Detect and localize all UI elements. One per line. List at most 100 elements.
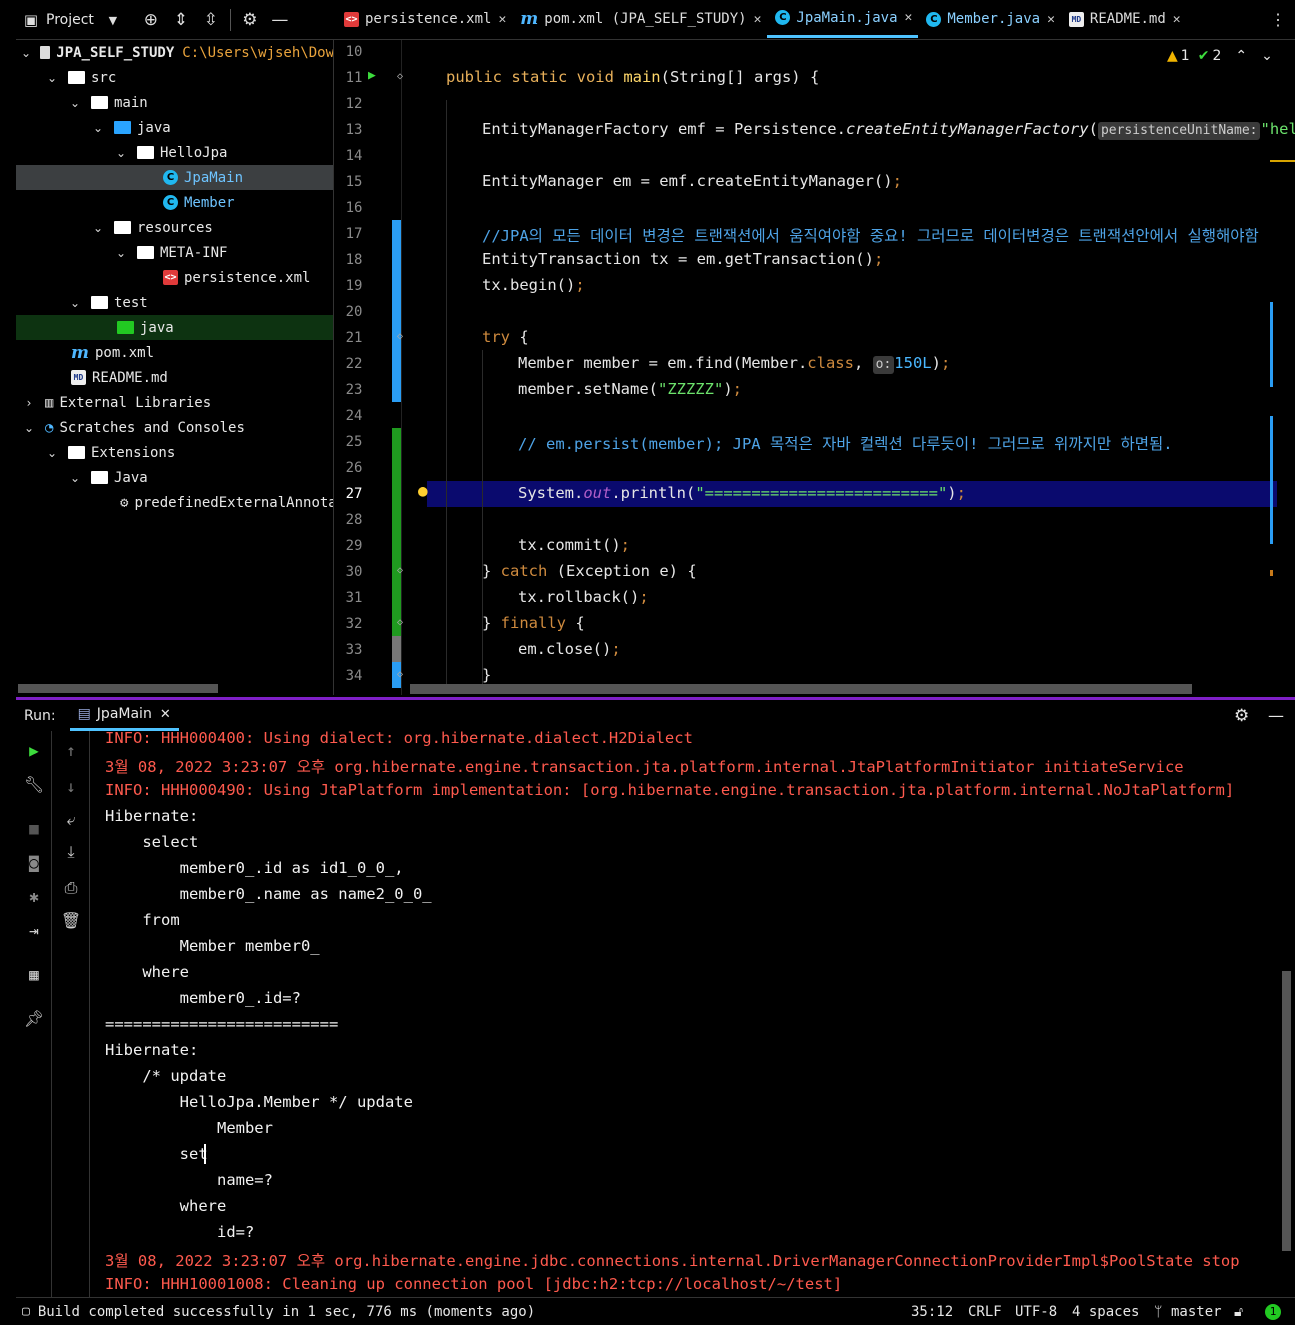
chevron-down-icon[interactable]: ⌄ [90, 221, 106, 235]
line-separator[interactable]: CRLF [968, 1304, 1002, 1320]
camera-icon[interactable]: ◙ [23, 851, 45, 873]
console-line: /* update [105, 1067, 227, 1085]
gear-icon[interactable]: ⚙ [1234, 706, 1249, 726]
tab-label: persistence.xml [365, 11, 492, 27]
tree-item-persistence-xml[interactable]: <> persistence.xml [16, 265, 333, 290]
tree-item-test[interactable]: ⌄ test [16, 290, 333, 315]
tab-readme-md[interactable]: MD README.md ✕ [1061, 0, 1187, 38]
chevron-down-icon[interactable]: ⌄ [44, 446, 60, 460]
chevron-right-icon[interactable]: › [21, 396, 37, 410]
tab-member-java[interactable]: C Member.java ✕ [918, 0, 1061, 38]
tree-item-hellojpa[interactable]: ⌄ HelloJpa [16, 140, 333, 165]
horizontal-scrollbar[interactable] [18, 684, 218, 693]
tree-item-main[interactable]: ⌄ main [16, 90, 333, 115]
close-icon[interactable]: ✕ [498, 12, 506, 27]
parameter-hint: persistenceUnitName: [1097, 122, 1261, 140]
trash-icon[interactable]: 🗑︎ [60, 909, 82, 931]
arrow-down-icon[interactable]: ↓ [60, 775, 82, 797]
minimize-icon[interactable]: — [265, 5, 295, 35]
inspection-widget[interactable]: ▲ 1 ✔ 2 ⌃ ⌄ [1167, 48, 1273, 64]
console-line: 3월 08, 2022 3:23:07 오후 org.hibernate.eng… [105, 758, 1184, 776]
minimize-icon[interactable]: — [1268, 706, 1284, 725]
run-gutter-icon[interactable]: ▶ [368, 68, 376, 83]
rerun-icon[interactable]: ▶ [23, 739, 45, 761]
tab-label: Member.java [947, 11, 1041, 27]
fold-icon[interactable]: ◇ [397, 331, 403, 342]
chevron-down-icon[interactable]: ⌄ [113, 146, 129, 160]
pin-icon[interactable]: 📌︎ [23, 1007, 45, 1029]
console-icon: ▤ [77, 706, 91, 722]
tree-label: Member [184, 194, 235, 211]
tree-item-ext-java[interactable]: ⌄ Java [16, 465, 333, 490]
console-output[interactable]: ▶ 🔧︎ ■ ◙ ✱ ⇥ ▦ 📌︎ ↑ ↓ ⤶ ⤓ ⎙ 🗑︎ INFO: HHH… [16, 731, 1295, 1297]
expand-all-icon[interactable]: ⇕ [166, 5, 196, 35]
code-line-13: EntityManagerFactory emf = Persistence.c… [482, 120, 1295, 140]
fold-icon[interactable]: ◇ [397, 617, 403, 628]
tree-item-member[interactable]: C Member [16, 190, 333, 215]
tree-item-root[interactable]: ⌄ JPA_SELF_STUDY C:\Users\wjseh\Dow [16, 40, 333, 65]
chevron-down-icon[interactable]: ⌄ [67, 471, 83, 485]
close-icon[interactable]: ✕ [905, 10, 913, 25]
tree-item-resources[interactable]: ⌄ resources [16, 215, 333, 240]
close-icon[interactable]: ✕ [160, 707, 171, 722]
fold-icon[interactable]: ◇ [397, 565, 403, 576]
chevron-down-icon[interactable]: ▼ [98, 5, 128, 35]
caret-position[interactable]: 35:12 [911, 1304, 953, 1320]
fold-icon[interactable]: ◇ [397, 71, 403, 82]
chevron-down-icon[interactable]: ⌄ [90, 121, 106, 135]
tab-jpamain-java[interactable]: C JpaMain.java ✕ [767, 0, 919, 38]
tree-item-readme[interactable]: MD README.md [16, 365, 333, 390]
lightbulb-icon[interactable]: ● [418, 481, 428, 500]
git-branch[interactable]: master [1171, 1304, 1222, 1320]
close-icon[interactable]: ✕ [1047, 12, 1055, 27]
collapse-all-icon[interactable]: ⇳ [196, 5, 226, 35]
close-icon[interactable]: ✕ [754, 12, 762, 27]
panel-toggle-icon[interactable]: ▢ [22, 1304, 30, 1319]
chevron-down-icon[interactable]: ⌄ [67, 296, 83, 310]
tree-item-java[interactable]: ⌄ java [16, 115, 333, 140]
tree-item-extensions[interactable]: ⌄ Extensions [16, 440, 333, 465]
chevron-up-icon[interactable]: ⌃ [1235, 48, 1247, 64]
tree-item-src[interactable]: ⌄ src [16, 65, 333, 90]
tree-item-scratches[interactable]: ⌄ ◔ Scratches and Consoles [16, 415, 333, 440]
file-encoding[interactable]: UTF-8 [1015, 1304, 1057, 1320]
locate-icon[interactable]: ⊕ [136, 5, 166, 35]
layout-icon[interactable]: ▦ [23, 963, 45, 985]
arrow-up-icon[interactable]: ↑ [60, 739, 82, 761]
horizontal-scrollbar[interactable] [410, 684, 1192, 694]
tree-item-pom-xml[interactable]: m pom.xml [16, 340, 333, 365]
tree-item-test-java[interactable]: java [16, 315, 333, 340]
code-line-31: tx.rollback(); [518, 588, 649, 606]
debug-icon[interactable]: ✱ [23, 885, 45, 907]
tree-item-external-libraries[interactable]: › ▥ External Libraries [16, 390, 333, 415]
print-icon[interactable]: ⎙ [60, 877, 82, 899]
tab-persistence-xml[interactable]: <> persistence.xml ✕ [336, 0, 512, 38]
chevron-down-icon[interactable]: ⌄ [67, 96, 83, 110]
stop-icon[interactable]: ■ [23, 817, 45, 839]
tab-pom-xml[interactable]: m pom.xml (JPA_SELF_STUDY) ✕ [512, 0, 767, 38]
notification-badge[interactable]: 1 [1265, 1303, 1281, 1320]
wrench-icon[interactable]: 🔧︎ [23, 773, 45, 795]
exit-icon[interactable]: ⇥ [23, 919, 45, 941]
chevron-down-icon[interactable]: ⌄ [21, 421, 37, 435]
fold-icon[interactable]: ◇ [397, 669, 403, 680]
indent-setting[interactable]: 4 spaces [1072, 1304, 1139, 1320]
tree-item-jpamain[interactable]: C JpaMain [16, 165, 333, 190]
run-tab-jpamain[interactable]: ▤ JpaMain ✕ [69, 700, 179, 731]
chevron-down-icon[interactable]: ⌄ [44, 71, 60, 85]
tree-item-predefined[interactable]: ⚙ predefinedExternalAnnotat [16, 490, 333, 515]
tree-item-meta-inf[interactable]: ⌄ META-INF [16, 240, 333, 265]
project-view-label[interactable]: Project [46, 12, 94, 28]
close-icon[interactable]: ✕ [1173, 12, 1181, 27]
soft-wrap-icon[interactable]: ⤶ [60, 809, 82, 831]
gear-icon[interactable]: ⚙ [235, 5, 265, 35]
chevron-down-icon[interactable]: ⌄ [1261, 48, 1273, 64]
chevron-down-icon[interactable]: ⌄ [21, 46, 31, 60]
code-editor[interactable]: 10 11 12 13 14 15 16 17 18 19 20 21 22 23 24 25 26 27 28 29… [335, 40, 1295, 695]
vertical-scrollbar[interactable] [1282, 971, 1291, 1251]
more-tabs-icon[interactable]: ⋮ [1270, 10, 1286, 29]
chevron-down-icon[interactable]: ⌄ [113, 246, 129, 260]
scroll-to-end-icon[interactable]: ⤓ [60, 841, 82, 863]
lock-icon[interactable]: 🔓︎ [1234, 1304, 1243, 1320]
project-window-icon[interactable]: ▣ [16, 5, 46, 35]
